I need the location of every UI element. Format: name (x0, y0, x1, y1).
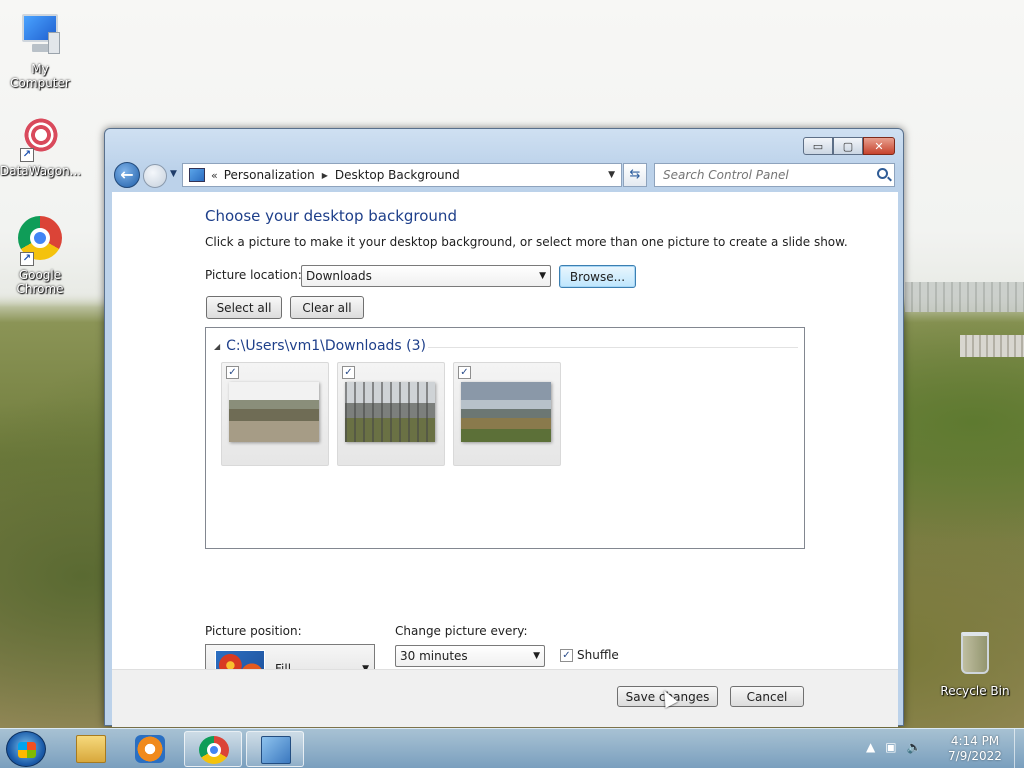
picture-thumbnail[interactable]: ✓ (221, 362, 329, 466)
clock-date: 7/9/2022 (948, 749, 1002, 763)
system-tray: ▲ ▣ 🔈 (866, 740, 922, 754)
picture-location-value: Downloads (306, 269, 372, 283)
show-desktop-button[interactable] (1014, 729, 1024, 768)
address-dropdown-icon[interactable]: ▼ (608, 170, 615, 180)
chevron-down-icon: ▼ (533, 651, 540, 661)
windows-logo-icon (18, 742, 36, 758)
folder-group-header[interactable]: ◢ C:\Users\vm1\Downloads (3) (214, 338, 426, 354)
picture-checkbox[interactable]: ✓ (458, 366, 471, 379)
folder-icon (76, 735, 106, 763)
clock-time: 4:14 PM (950, 734, 1000, 748)
shortcut-arrow-icon: ↗ (20, 252, 34, 266)
close-button[interactable]: ✕ (863, 137, 895, 155)
search-box[interactable] (654, 163, 895, 187)
chevron-down-icon: ▼ (539, 271, 546, 281)
chrome-icon (199, 736, 229, 764)
desktop-icon-datawagon[interactable]: ↗ DataWagon... (0, 112, 82, 178)
address-overflow[interactable]: « (211, 169, 218, 182)
content-pane: Choose your desktop background Click a p… (112, 192, 898, 694)
desktop-icon-label: DataWagon... (0, 164, 82, 178)
start-button[interactable] (6, 731, 46, 767)
back-button[interactable]: ← (114, 162, 140, 188)
desktop-icon-label: Recycle Bin (940, 684, 1010, 698)
control-panel-icon (189, 168, 205, 182)
datawagon-icon: ↗ (16, 112, 64, 162)
desktop-icon-google-chrome[interactable]: ↗ Google Chrome (0, 216, 80, 296)
change-picture-label: Change picture every: (395, 624, 528, 638)
caption-buttons: ▭ ▢ ✕ (803, 137, 895, 155)
taskbar-control-panel[interactable] (246, 731, 304, 767)
show-hidden-icons-arrow[interactable]: ▲ (866, 740, 875, 754)
picture-position-label: Picture position: (205, 624, 302, 638)
picture-thumbnail[interactable]: ✓ (337, 362, 445, 466)
shuffle-option[interactable]: ✓ Shuffle (560, 648, 619, 662)
breadcrumb-desktop-background[interactable]: Desktop Background (335, 168, 460, 182)
forward-button[interactable] (143, 164, 167, 188)
volume-icon[interactable]: 🔈 (907, 740, 922, 754)
page-description: Click a picture to make it your desktop … (205, 235, 848, 249)
change-picture-interval-select[interactable]: 30 minutes ▼ (395, 645, 545, 667)
cancel-button[interactable]: Cancel (730, 686, 804, 707)
picture-checkbox[interactable]: ✓ (342, 366, 355, 379)
clear-all-button[interactable]: Clear all (290, 296, 364, 319)
picture-gallery: ◢ C:\Users\vm1\Downloads (3) ✓ ✓ ✓ (205, 327, 805, 549)
wallpaper-preview-image[interactable] (345, 382, 435, 442)
wallpaper-preview-image[interactable] (229, 382, 319, 442)
recycle-bin-icon (951, 632, 999, 680)
network-icon[interactable]: ▣ (885, 740, 896, 754)
shortcut-arrow-icon: ↗ (20, 148, 34, 162)
collapse-triangle-icon[interactable]: ◢ (214, 342, 220, 351)
wallpaper-buildings-2 (960, 335, 1024, 357)
desktop-icon-label: Google Chrome (16, 268, 64, 296)
picture-thumbnail[interactable]: ✓ (453, 362, 561, 466)
refresh-button[interactable]: ⇆ (623, 163, 647, 187)
shuffle-checkbox[interactable]: ✓ (560, 648, 573, 662)
picture-location-label: Picture location: (205, 268, 302, 282)
taskbar-chrome[interactable] (184, 731, 242, 767)
dialog-footer: Save changes Cancel (112, 669, 898, 727)
wallpaper-preview-image[interactable] (461, 382, 551, 442)
media-player-icon (135, 735, 165, 763)
minimize-button[interactable]: ▭ (803, 137, 833, 155)
picture-checkbox[interactable]: ✓ (226, 366, 239, 379)
chrome-icon: ↗ (16, 216, 64, 266)
desktop-icon-my-computer[interactable]: My Computer (0, 10, 80, 90)
folder-divider (428, 347, 798, 348)
breadcrumb-personalization[interactable]: Personalization (224, 168, 315, 182)
search-input[interactable] (661, 165, 871, 185)
wallpaper-buildings (905, 282, 1024, 312)
folder-path: C:\Users\vm1\Downloads (3) (226, 338, 426, 354)
computer-icon (16, 10, 64, 58)
desktop-icon-recycle-bin[interactable]: Recycle Bin (935, 632, 1015, 698)
browse-button[interactable]: Browse... (559, 265, 636, 288)
desktop-background-window: ▭ ▢ ✕ ← ▼ « Personalization ▶ Desktop Ba… (104, 128, 904, 727)
change-picture-interval-value: 30 minutes (400, 649, 468, 663)
taskbar-explorer[interactable] (62, 731, 120, 767)
shuffle-label[interactable]: Shuffle (577, 648, 619, 662)
breadcrumb-separator-icon[interactable]: ▶ (322, 171, 328, 180)
address-bar[interactable]: « Personalization ▶ Desktop Background ▼ (182, 163, 622, 187)
page-title: Choose your desktop background (205, 207, 457, 225)
recent-pages-dropdown[interactable]: ▼ (170, 169, 177, 179)
control-panel-icon (261, 736, 291, 764)
taskbar-clock[interactable]: 4:14 PM 7/9/2022 (940, 734, 1010, 764)
select-all-button[interactable]: Select all (206, 296, 282, 319)
arrow-left-icon: ← (120, 165, 134, 184)
maximize-button[interactable]: ▢ (833, 137, 863, 155)
desktop-icon-label: My Computer (10, 62, 70, 90)
picture-location-select[interactable]: Downloads ▼ (301, 265, 551, 287)
search-icon[interactable] (877, 168, 888, 179)
taskbar-media-player[interactable] (121, 731, 179, 767)
refresh-icon: ⇆ (629, 167, 641, 182)
taskbar: ▲ ▣ 🔈 4:14 PM 7/9/2022 (0, 728, 1024, 768)
